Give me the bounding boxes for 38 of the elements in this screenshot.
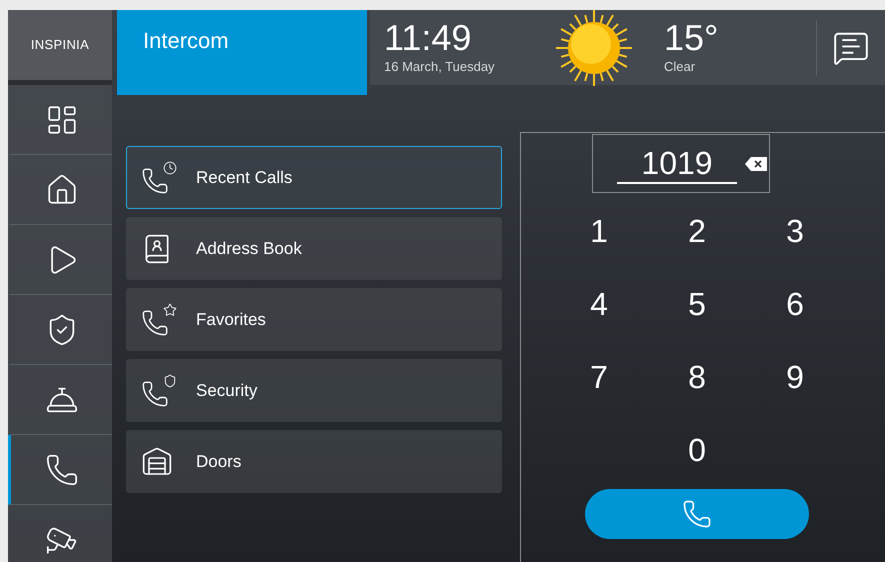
dial-key[interactable]: 1 — [550, 207, 648, 252]
phone-icon — [44, 452, 78, 486]
menu-item[interactable]: Favorites — [126, 288, 502, 351]
phone-icon — [682, 499, 712, 529]
sun-icon — [556, 10, 632, 86]
clock-date: 16 March, Tuesday — [384, 58, 496, 76]
dial-key[interactable]: 2 — [648, 207, 746, 252]
dial-key[interactable]: 9 — [746, 353, 844, 398]
dial-key[interactable]: 4 — [550, 280, 648, 325]
call-button[interactable] — [585, 489, 809, 539]
backspace-icon[interactable] — [745, 156, 767, 170]
nav-item[interactable] — [8, 365, 112, 435]
brand-logo: INSPINIA — [30, 36, 90, 54]
menu-item[interactable]: Doors — [126, 430, 502, 493]
weather-condition: Clear — [664, 58, 696, 76]
nav-item[interactable] — [8, 295, 112, 365]
menu-item[interactable]: Recent Calls — [126, 146, 502, 209]
menu-item[interactable]: Address Book — [126, 217, 502, 280]
dial-key[interactable]: 8 — [648, 353, 746, 398]
dial-key[interactable]: 0 — [648, 426, 746, 471]
nav-item[interactable] — [8, 155, 112, 225]
dialed-number: 1019 — [617, 144, 737, 184]
number-display[interactable]: 1019 — [592, 134, 770, 193]
phone-star-icon — [141, 302, 177, 336]
menu-item[interactable]: Security — [126, 359, 502, 422]
dial-key[interactable]: 6 — [746, 280, 844, 325]
phone-shield-icon — [141, 374, 177, 408]
temperature: 15° — [664, 18, 720, 57]
nav-item[interactable] — [8, 85, 112, 155]
phone-clock-icon — [141, 160, 177, 194]
page-title: Intercom — [143, 28, 229, 53]
nav-item[interactable] — [8, 435, 112, 505]
nav-item[interactable] — [8, 505, 112, 562]
clock-time: 11:49 — [384, 18, 472, 57]
garage-door-icon — [141, 446, 173, 478]
dial-key[interactable]: 5 — [648, 280, 746, 325]
dial-key[interactable]: 7 — [550, 353, 648, 398]
dial-key[interactable]: 3 — [746, 207, 844, 252]
